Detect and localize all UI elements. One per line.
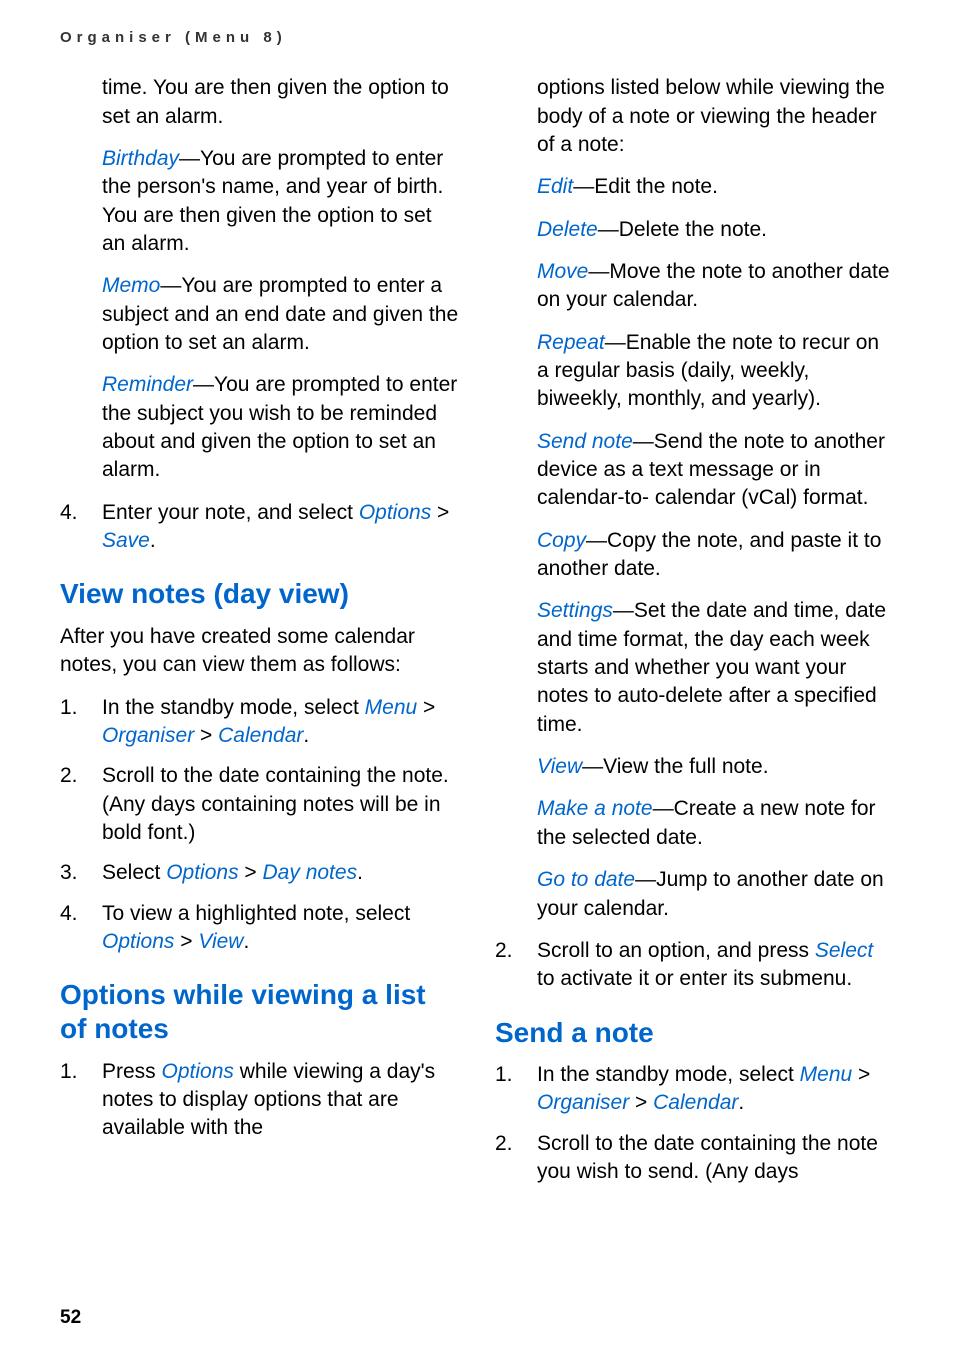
birthday-item: Birthday—You are prompted to enter the p…	[60, 145, 459, 258]
continuation-text: options listed below while viewing the b…	[495, 74, 894, 159]
send-note-item: Send note—Send the note to another devic…	[495, 428, 894, 513]
send-note-heading: Send a note	[495, 1016, 894, 1050]
continuation-text: time. You are then given the option to s…	[60, 74, 459, 131]
view-link[interactable]: View	[198, 930, 243, 953]
step-body: To view a highlighted note, select Optio…	[102, 900, 459, 957]
copy-label: Copy	[537, 529, 586, 552]
organiser-link[interactable]: Organiser	[537, 1091, 629, 1114]
step-number: 2.	[495, 1130, 537, 1187]
step-body: Scroll to the date containing the note y…	[537, 1130, 894, 1187]
view-intro: After you have created some calendar not…	[60, 623, 459, 680]
step-body: Scroll to an option, and press Select to…	[537, 937, 894, 994]
calendar-link[interactable]: Calendar	[653, 1091, 738, 1114]
view-item: View—View the full note.	[495, 753, 894, 781]
list-item: 1. In the standby mode, select Menu > Or…	[495, 1061, 894, 1118]
calendar-link[interactable]: Calendar	[218, 724, 303, 747]
memo-label: Memo	[102, 274, 160, 297]
reminder-item: Reminder—You are prompted to enter the s…	[60, 371, 459, 484]
birthday-label: Birthday	[102, 147, 179, 170]
step-number: 2.	[60, 762, 102, 847]
delete-label: Delete	[537, 218, 598, 241]
list-item: 2. Scroll to an option, and press Select…	[495, 937, 894, 994]
view-label: View	[537, 755, 582, 778]
options-link[interactable]: Options	[162, 1060, 234, 1083]
copy-item: Copy—Copy the note, and paste it to anot…	[495, 527, 894, 584]
list-item: 1. Press Options while viewing a day's n…	[60, 1058, 459, 1143]
memo-item: Memo—You are prompted to enter a subject…	[60, 272, 459, 357]
step-number: 4.	[60, 499, 102, 556]
goto-date-label: Go to date	[537, 868, 635, 891]
list-item: 3. Select Options > Day notes.	[60, 859, 459, 887]
step-body: Select Options > Day notes.	[102, 859, 459, 887]
step-number: 1.	[60, 694, 102, 751]
save-link[interactable]: Save	[102, 529, 150, 552]
step-number: 2.	[495, 937, 537, 994]
options-list-heading: Options while viewing a list of notes	[60, 978, 459, 1045]
page-header: Organiser (Menu 8)	[60, 28, 894, 48]
edit-label: Edit	[537, 175, 573, 198]
list-item: 4. Enter your note, and select Options >…	[60, 499, 459, 556]
reminder-label: Reminder	[102, 373, 193, 396]
edit-item: Edit—Edit the note.	[495, 173, 894, 201]
step-body: Enter your note, and select Options > Sa…	[102, 499, 459, 556]
left-column: time. You are then given the option to s…	[60, 74, 459, 1198]
step-number: 1.	[60, 1058, 102, 1143]
list-item: 2. Scroll to the date containing the not…	[60, 762, 459, 847]
menu-link[interactable]: Menu	[800, 1063, 853, 1086]
settings-label: Settings	[537, 599, 613, 622]
organiser-link[interactable]: Organiser	[102, 724, 194, 747]
repeat-item: Repeat—Enable the note to recur on a reg…	[495, 329, 894, 414]
options-link[interactable]: Options	[359, 501, 431, 524]
list-item: 4. To view a highlighted note, select Op…	[60, 900, 459, 957]
list-item: 1. In the standby mode, select Menu > Or…	[60, 694, 459, 751]
options-link[interactable]: Options	[166, 861, 238, 884]
view-notes-heading: View notes (day view)	[60, 577, 459, 611]
make-note-item: Make a note—Create a new note for the se…	[495, 795, 894, 852]
list-item: 2. Scroll to the date containing the not…	[495, 1130, 894, 1187]
repeat-label: Repeat	[537, 331, 605, 354]
step-body: In the standby mode, select Menu > Organ…	[102, 694, 459, 751]
make-note-label: Make a note	[537, 797, 653, 820]
step-body: Scroll to the date containing the note. …	[102, 762, 459, 847]
step-body: In the standby mode, select Menu > Organ…	[537, 1061, 894, 1118]
step-body: Press Options while viewing a day's note…	[102, 1058, 459, 1143]
step-number: 1.	[495, 1061, 537, 1118]
send-note-label: Send note	[537, 430, 633, 453]
page-number: 52	[60, 1305, 81, 1331]
settings-item: Settings—Set the date and time, date and…	[495, 597, 894, 739]
right-column: options listed below while viewing the b…	[495, 74, 894, 1198]
move-item: Move—Move the note to another date on yo…	[495, 258, 894, 315]
day-notes-link[interactable]: Day notes	[263, 861, 358, 884]
select-link[interactable]: Select	[815, 939, 873, 962]
goto-date-item: Go to date—Jump to another date on your …	[495, 866, 894, 923]
step-number: 3.	[60, 859, 102, 887]
delete-item: Delete—Delete the note.	[495, 216, 894, 244]
options-link[interactable]: Options	[102, 930, 174, 953]
step-number: 4.	[60, 900, 102, 957]
menu-link[interactable]: Menu	[365, 696, 418, 719]
move-label: Move	[537, 260, 588, 283]
